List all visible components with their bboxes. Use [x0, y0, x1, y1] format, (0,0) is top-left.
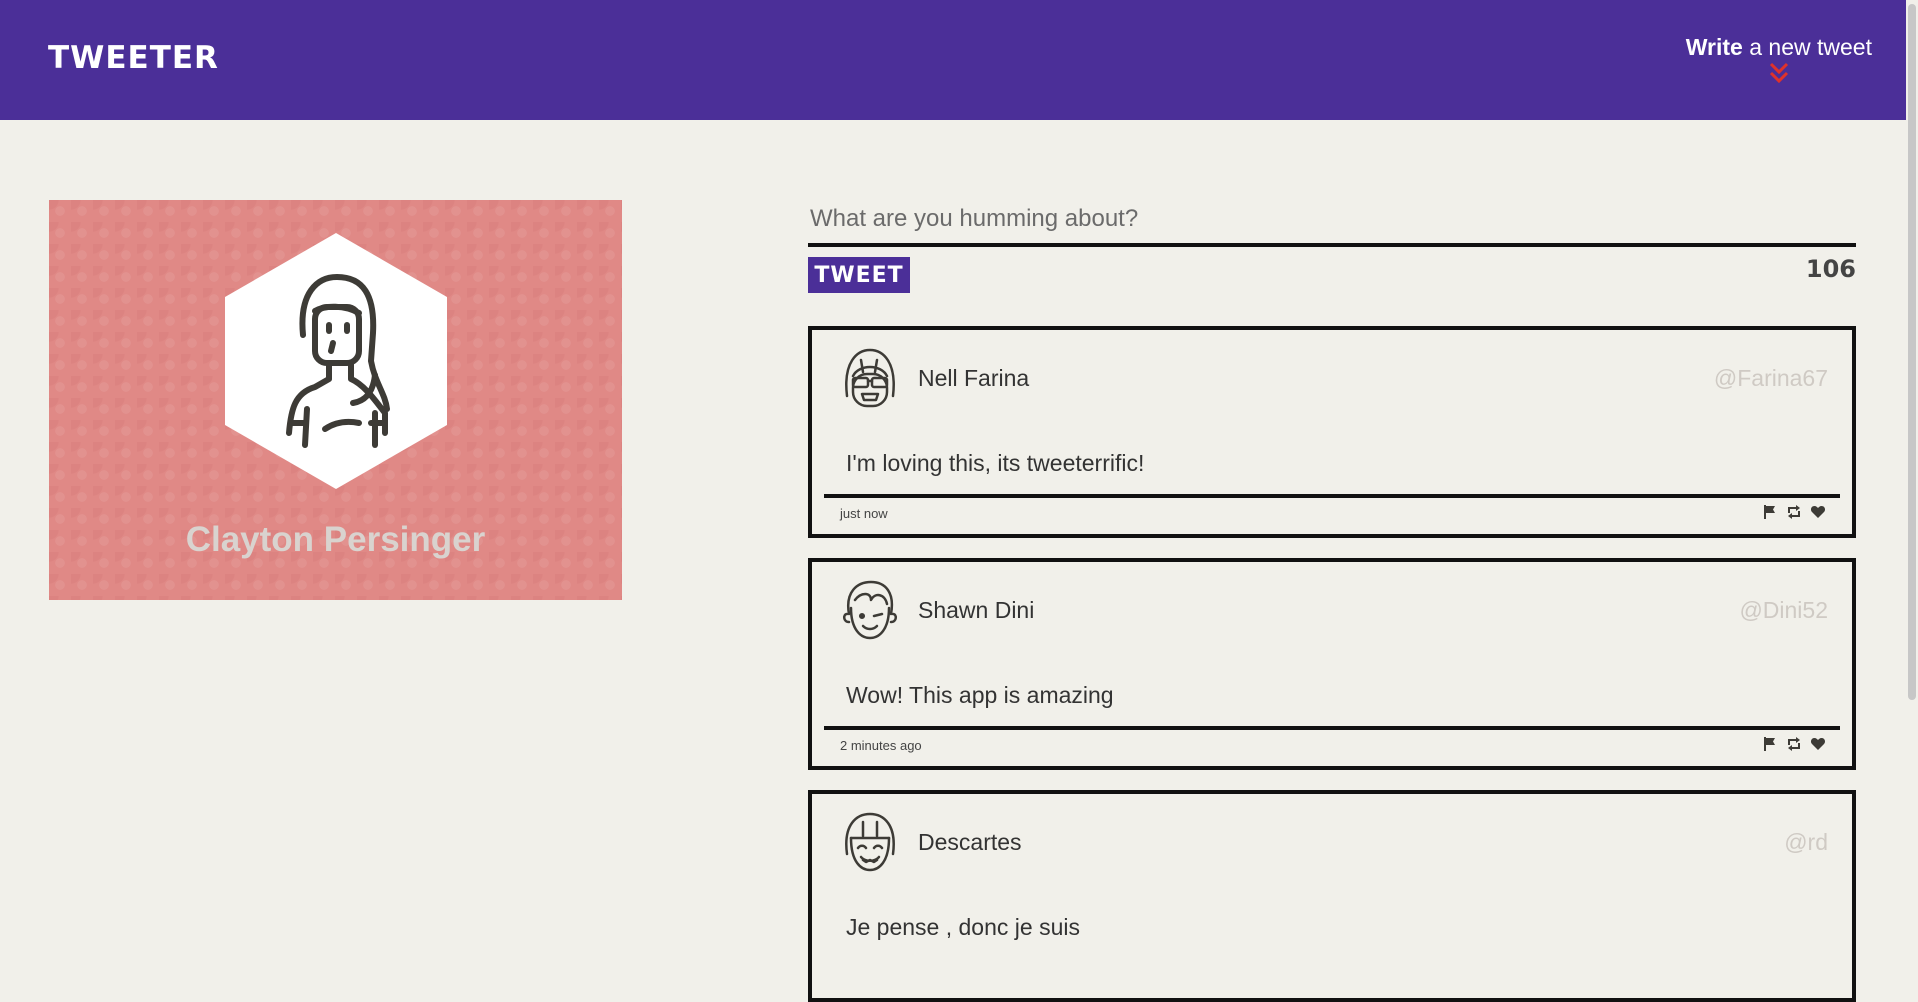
double-chevron-down-icon — [1686, 61, 1872, 87]
retweet-icon[interactable] — [1786, 736, 1802, 752]
profile-name: Clayton Persinger — [185, 520, 486, 559]
heart-icon[interactable] — [1810, 736, 1826, 752]
tweet-actions — [1762, 736, 1826, 752]
tweet-timestamp: 2 minutes ago — [840, 738, 922, 753]
winking-face-avatar-icon — [843, 580, 897, 640]
tweet-text-input[interactable] — [808, 195, 1856, 247]
scrollbar-thumb[interactable] — [1908, 4, 1916, 700]
write-new-tweet-button[interactable]: Write a new tweet — [1686, 34, 1872, 87]
tweet-author-name: Shawn Dini — [918, 597, 1035, 623]
sunglasses-face-avatar-icon — [845, 348, 895, 408]
retweet-icon[interactable] — [1786, 504, 1802, 520]
flag-icon[interactable] — [1762, 504, 1778, 520]
tweet-card: Nell Farina @Farina67 I'm loving this, i… — [808, 326, 1856, 538]
smiling-bangs-face-avatar-icon — [845, 812, 895, 872]
brand-logo: TWEETER — [48, 40, 219, 76]
tweet-content: Wow! This app is amazing — [846, 682, 1114, 708]
flag-icon[interactable] — [1762, 736, 1778, 752]
tweet-author-handle: @Farina67 — [1713, 365, 1828, 391]
tweet-footer: just now — [824, 494, 1840, 521]
tweet-author-handle: @rd — [1784, 829, 1828, 855]
top-nav: TWEETER Write a new tweet — [0, 0, 1906, 120]
tweet-author-handle: @Dini52 — [1739, 597, 1828, 623]
tweet-author-name: Descartes — [918, 829, 1022, 855]
compose-bold-label: Write — [1685, 34, 1743, 60]
profile-card: Clayton Persinger — [49, 200, 622, 600]
tweet-content: I'm loving this, its tweeterrific! — [846, 450, 1145, 476]
tweet-card: Shawn Dini @Dini52 Wow! This app is amaz… — [808, 558, 1856, 770]
tweet-card: Descartes @rd Je pense , donc je suis — [808, 790, 1856, 1002]
tweet-content: Je pense , donc je suis — [846, 914, 1080, 940]
new-tweet-form: TWEET 106 — [808, 195, 1856, 293]
tweet-author-name: Nell Farina — [918, 365, 1030, 391]
tweet-actions — [1762, 504, 1826, 520]
tweet-timestamp: just now — [840, 506, 888, 521]
tweet-submit-button[interactable]: TWEET — [808, 257, 910, 293]
heart-icon[interactable] — [1810, 504, 1826, 520]
character-counter: 106 — [1805, 255, 1856, 283]
compose-label: a new tweet — [1742, 34, 1872, 60]
profile-avatar-icon — [225, 233, 447, 489]
tweet-footer: 2 minutes ago — [824, 726, 1840, 753]
